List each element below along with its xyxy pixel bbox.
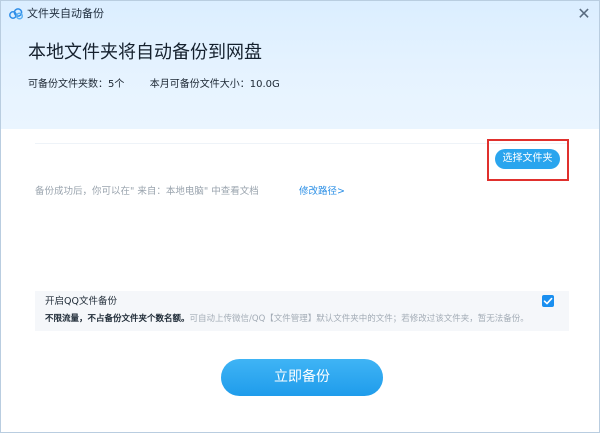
- qq-backup-title: 开启QQ文件备份: [45, 296, 117, 307]
- close-button[interactable]: ✕: [575, 5, 593, 23]
- qq-backup-desc-strong: 不限流量，不占备份文件夹个数名额。: [45, 314, 190, 324]
- modify-path-link[interactable]: 修改路径>: [299, 185, 345, 198]
- cloud-icon: [9, 8, 24, 20]
- window-title: 文件夹自动备份: [27, 7, 104, 20]
- header-banner: 文件夹自动备份 ✕ 本地文件夹将自动备份到网盘 可备份文件夹数：5个 本月可备份…: [1, 1, 599, 129]
- checkmark-icon: [543, 297, 553, 305]
- qq-backup-desc-rest: 可自动上传微信/QQ【文件管理】默认文件夹中的文件；若修改过该文件夹，暂无法备份…: [189, 314, 529, 324]
- close-icon: ✕: [577, 4, 591, 23]
- folder-count: 可备份文件夹数：5个: [28, 79, 125, 90]
- title-bar: 文件夹自动备份 ✕: [1, 1, 599, 27]
- qq-backup-panel: 开启QQ文件备份 不限流量，不占备份文件夹个数名额。可自动上传微信/QQ【文件管…: [35, 291, 569, 331]
- backup-now-button[interactable]: 立即备份: [221, 359, 383, 396]
- qq-backup-description: 不限流量，不占备份文件夹个数名额。可自动上传微信/QQ【文件管理】默认文件夹中的…: [45, 313, 529, 325]
- page-title: 本地文件夹将自动备份到网盘: [28, 42, 262, 63]
- backup-stats: 可备份文件夹数：5个 本月可备份文件大小：10.0G: [28, 78, 280, 92]
- backup-hint: 备份成功后，你可以在" 来自：本地电脑" 中查看文档: [35, 186, 259, 197]
- monthly-size: 本月可备份文件大小：10.0G: [149, 79, 280, 90]
- choose-folder-button[interactable]: 选择文件夹: [495, 149, 560, 169]
- qq-backup-checkbox[interactable]: [542, 295, 554, 307]
- backup-window: 文件夹自动备份 ✕ 本地文件夹将自动备份到网盘 可备份文件夹数：5个 本月可备份…: [0, 0, 600, 433]
